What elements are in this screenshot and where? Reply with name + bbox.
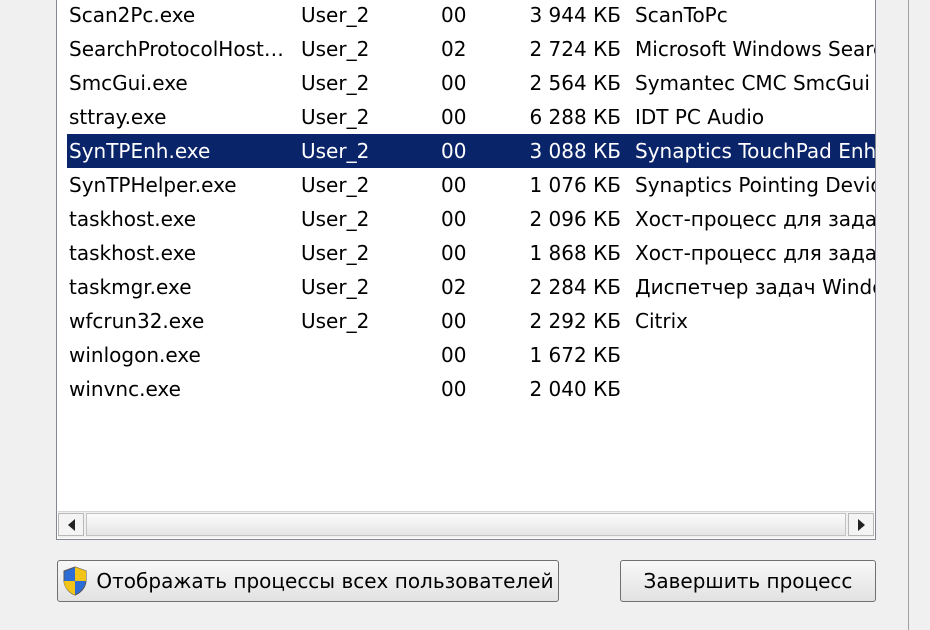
process-session: 00 [441,105,467,129]
process-session: 00 [441,139,467,163]
process-description: ScanToPc [635,3,728,27]
process-name: SynTPHelper.exe [69,173,237,197]
process-memory: 2 724 КБ [529,37,621,61]
process-description: Диспетчер задач Windo [635,275,876,299]
process-row[interactable]: taskhost.exe User_2 00 1 868 КБ Хост-процесс… [67,236,875,270]
process-row[interactable]: SearchProtocolHost… User_2 02 2 724 КБ Micro… [67,32,875,66]
process-memory: 2 284 КБ [529,275,621,299]
process-description: IDT PC Audio [635,105,765,129]
process-memory: 2 564 КБ [529,71,621,95]
window-frame-right [908,0,930,630]
uac-shield-icon [63,566,87,596]
process-name: winlogon.exe [69,343,201,367]
process-list[interactable]: Scan2Pc.exe User_2 00 3 944 КБ ScanToPc Searc… [56,0,876,540]
process-session: 00 [441,377,467,401]
process-description: Citrix [635,309,688,333]
process-row[interactable]: SynTPEnh.exe User_2 00 3 088 КБ Synaptics To… [67,134,875,168]
process-row[interactable]: SynTPHelper.exe User_2 00 1 076 КБ Synaptics… [67,168,875,202]
process-memory: 2 292 КБ [529,309,621,333]
end-process-label: Завершить процесс [643,569,853,593]
process-row[interactable]: Scan2Pc.exe User_2 00 3 944 КБ ScanToPc [67,0,875,32]
process-memory: 3 088 КБ [529,139,621,163]
scroll-right-arrow-icon [857,518,865,531]
process-row[interactable]: winlogon.exe 00 1 672 КБ [67,338,875,372]
process-session: 02 [441,37,467,61]
process-user: User_2 [301,275,370,299]
process-session: 00 [441,3,467,27]
process-memory: 1 672 КБ [529,343,621,367]
process-memory: 3 944 КБ [529,3,621,27]
process-memory: 1 868 КБ [529,241,621,265]
process-name: SynTPEnh.exe [69,139,211,163]
process-memory: 2 096 КБ [529,207,621,231]
process-session: 00 [441,343,467,367]
process-row[interactable]: sttray.exe User_2 00 6 288 КБ IDT PC Audio [67,100,875,134]
process-row[interactable]: SmcGui.exe User_2 00 2 564 КБ Symantec CMC S… [67,66,875,100]
process-name: Scan2Pc.exe [69,3,196,27]
process-row[interactable]: winvnc.exe 00 2 040 КБ [67,372,875,406]
process-user: User_2 [301,37,370,61]
process-user: User_2 [301,309,370,333]
process-row[interactable]: taskhost.exe User_2 00 2 096 КБ Хост-процесс… [67,202,875,236]
show-all-users-processes-button[interactable]: Отображать процессы всех пользователей [57,560,559,602]
process-name: taskmgr.exe [69,275,192,299]
process-user: User_2 [301,3,370,27]
process-description: Synaptics Pointing Device [635,173,876,197]
process-description: Хост-процесс для задач [635,207,876,231]
process-session: 00 [441,173,467,197]
process-row[interactable]: taskmgr.exe User_2 02 2 284 КБ Диспетчер зад… [67,270,875,304]
process-row[interactable]: wfcrun32.exe User_2 00 2 292 КБ Citrix [67,304,875,338]
process-memory: 2 040 КБ [529,377,621,401]
process-description: Хост-процесс для задач [635,241,876,265]
process-session: 00 [441,241,467,265]
process-user: User_2 [301,139,370,163]
show-all-users-label: Отображать процессы всех пользователей [96,569,554,593]
end-process-button[interactable]: Завершить процесс [620,560,876,602]
process-memory: 6 288 КБ [529,105,621,129]
scrollbar-thumb[interactable] [86,513,846,536]
process-session: 02 [441,275,467,299]
process-user: User_2 [301,207,370,231]
process-name: sttray.exe [69,105,167,129]
process-name: SmcGui.exe [69,71,188,95]
process-user: User_2 [301,71,370,95]
horizontal-scrollbar[interactable] [58,511,874,538]
process-name: SearchProtocolHost… [69,37,284,61]
process-description: Microsoft Windows Searc [635,37,876,61]
process-description: Synaptics TouchPad Enha [635,139,876,163]
scroll-left-button[interactable] [58,513,84,536]
process-user: User_2 [301,105,370,129]
scroll-right-button[interactable] [848,513,874,536]
process-session: 00 [441,309,467,333]
process-name: wfcrun32.exe [69,309,205,333]
scroll-left-arrow-icon [67,518,75,531]
process-name: taskhost.exe [69,241,197,265]
process-user: User_2 [301,173,370,197]
process-name: winvnc.exe [69,377,181,401]
process-memory: 1 076 КБ [529,173,621,197]
process-session: 00 [441,71,467,95]
process-user: User_2 [301,241,370,265]
process-description: Symantec CMC SmcGui [635,71,870,95]
process-name: taskhost.exe [69,207,197,231]
process-session: 00 [441,207,467,231]
